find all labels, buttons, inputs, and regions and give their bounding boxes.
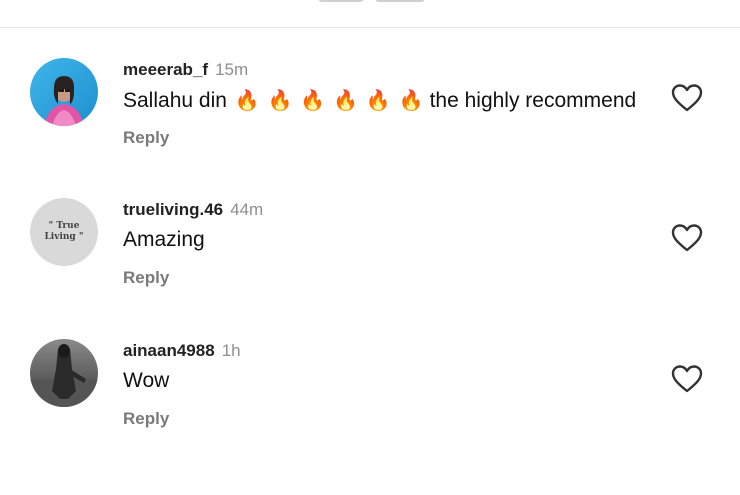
comment-text-part: Sallahu din	[123, 88, 227, 112]
header-text-fragment	[375, 0, 425, 2]
username[interactable]: meeerab_f	[123, 60, 208, 79]
fire-icon: 🔥	[333, 90, 359, 112]
comment-item: ainaan4988 1h Wow Reply	[0, 339, 740, 449]
fire-icon: 🔥	[365, 90, 391, 112]
avatar-text: " True	[48, 221, 80, 231]
fire-emojis: 🔥 🔥 🔥 🔥 🔥 🔥	[233, 88, 424, 113]
avatar[interactable]	[30, 58, 98, 126]
top-header-strip	[0, 0, 740, 28]
avatar[interactable]: " True Living "	[30, 198, 98, 266]
heart-icon[interactable]	[671, 364, 703, 394]
avatar[interactable]	[30, 339, 98, 407]
avatar-photo-girl	[30, 58, 98, 126]
comment-text: Wow	[123, 369, 170, 392]
comment-text: Amazing	[123, 228, 205, 251]
header-text-fragment	[318, 0, 364, 2]
heart-icon[interactable]	[671, 223, 703, 253]
comment-item: " True Living " trueliving.46 44m Amazing…	[0, 198, 740, 308]
comment-meta: trueliving.46 44m	[123, 200, 263, 220]
reply-button[interactable]: Reply	[123, 409, 169, 429]
username[interactable]: trueliving.46	[123, 200, 223, 219]
fire-icon: 🔥	[267, 90, 293, 112]
reply-button[interactable]: Reply	[123, 128, 169, 148]
avatar-text: Living "	[44, 232, 84, 242]
comment-item: meeerab_f 15m Sallahu din 🔥 🔥 🔥 🔥 🔥 🔥 the…	[0, 58, 740, 168]
timestamp: 15m	[215, 60, 249, 79]
avatar-photo-grayscale	[30, 339, 98, 407]
username[interactable]: ainaan4988	[123, 341, 215, 360]
fire-icon: 🔥	[398, 90, 424, 112]
fire-icon: 🔥	[234, 90, 260, 112]
timestamp: 44m	[230, 200, 264, 219]
fire-icon: 🔥	[300, 90, 326, 112]
reply-button[interactable]: Reply	[123, 268, 169, 288]
comment-meta: meeerab_f 15m	[123, 60, 248, 80]
comment-text: Sallahu din 🔥 🔥 🔥 🔥 🔥 🔥 the highly recom…	[123, 88, 636, 113]
comment-text-part: the highly recommend	[429, 88, 637, 112]
heart-icon[interactable]	[671, 83, 703, 113]
timestamp: 1h	[221, 341, 241, 360]
comment-meta: ainaan4988 1h	[123, 341, 241, 361]
